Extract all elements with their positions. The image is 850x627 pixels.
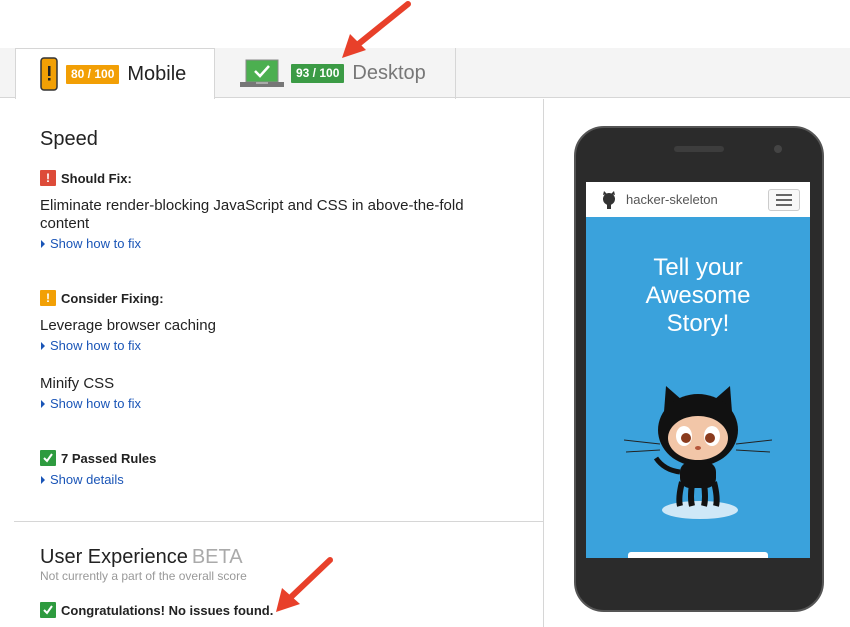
hamburger-icon (768, 189, 800, 211)
hero-line: Tell your (653, 254, 743, 281)
annotation-arrow-icon (342, 1, 411, 58)
show-how-to-fix-link[interactable]: Show how to fix (40, 396, 141, 411)
speed-heading: Speed (40, 128, 98, 150)
link-label: Show how to fix (50, 236, 142, 251)
user-experience-heading: User Experience BETA (40, 546, 243, 569)
mobile-tab-label: Mobile (127, 62, 187, 85)
hero-line: Story! (666, 310, 730, 337)
expand-triangle-icon (41, 475, 45, 484)
exclamation-icon: ! (40, 170, 56, 186)
preview-screen: hacker-skeleton Tell your Awesome Story! (586, 182, 810, 558)
octocat-logo-icon (603, 190, 615, 209)
phone-speaker (674, 146, 724, 152)
checkmark-icon (40, 602, 56, 618)
preview-button (628, 552, 768, 558)
phone-camera (774, 145, 782, 153)
mobile-score-badge: 80 / 100 (66, 64, 120, 84)
ux-note: Not currently a part of the overall scor… (40, 569, 247, 583)
should-fix-header: ! Should Fix: (40, 170, 132, 186)
preview-hero: Tell your Awesome Story! (586, 254, 810, 338)
checkmark-icon (40, 450, 56, 466)
hero-line: Awesome (645, 282, 751, 309)
ux-heading-text: User Experience (40, 546, 188, 568)
preview-navbar: hacker-skeleton (586, 182, 810, 217)
desktop-score-badge: 93 / 100 (291, 64, 345, 83)
tab-mobile[interactable]: 80 / 100 Mobile (15, 48, 215, 99)
consider-fixing-header: ! Consider Fixing: (40, 290, 164, 306)
ux-result-label: Congratulations! No issues found. (61, 602, 274, 618)
ux-result: Congratulations! No issues found. (40, 602, 273, 618)
link-label: Show how to fix (50, 338, 142, 353)
mobile-preview: hacker-skeleton Tell your Awesome Story! (574, 126, 824, 612)
octocat-illustration-icon (624, 386, 772, 519)
laptop-check-icon (240, 59, 284, 87)
phone-warning-icon (40, 57, 58, 91)
expand-triangle-icon (41, 239, 45, 248)
passed-rules-label: 7 Passed Rules (61, 450, 157, 466)
desktop-tab-label: Desktop (352, 62, 426, 84)
annotation-arrow-icon (276, 557, 333, 612)
top-band (0, 0, 850, 48)
show-how-to-fix-link[interactable]: Show how to fix (40, 236, 141, 251)
preview-site-title: hacker-skeleton (626, 192, 718, 207)
beta-label: BETA (191, 546, 243, 568)
rule-title: Eliminate render-blocking JavaScript and… (40, 197, 464, 232)
show-how-to-fix-link[interactable]: Show how to fix (40, 338, 141, 353)
link-label: Show how to fix (50, 396, 142, 411)
should-fix-label: Should Fix: (61, 170, 132, 186)
show-details-link[interactable]: Show details (40, 472, 124, 487)
exclamation-icon: ! (40, 290, 56, 306)
passed-rules-header: 7 Passed Rules (40, 450, 156, 466)
section-divider (14, 521, 544, 522)
link-label: Show details (50, 472, 124, 487)
expand-triangle-icon (41, 399, 45, 408)
rule-title: Leverage browser caching (40, 317, 216, 334)
expand-triangle-icon (41, 341, 45, 350)
rule-title: Minify CSS (40, 375, 115, 392)
consider-fixing-label: Consider Fixing: (61, 290, 164, 306)
